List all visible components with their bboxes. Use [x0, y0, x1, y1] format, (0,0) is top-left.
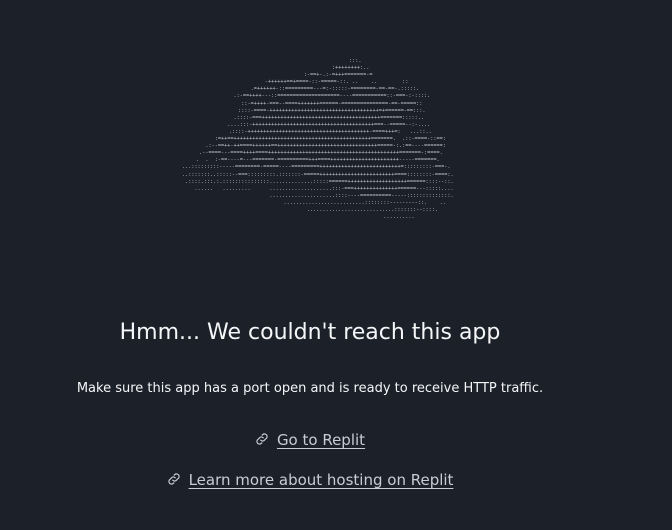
error-description: Make sure this app has a port open and i…	[76, 381, 544, 396]
hosting-docs-row: Learn more about hosting on Replit	[0, 471, 620, 489]
hosting-docs-link[interactable]: Learn more about hosting on Replit	[189, 471, 454, 489]
ascii-cloud-illustration: :::. :++++++++:.. :-==+-.:-=+++=======-=…	[181, 58, 454, 221]
link-icon	[256, 433, 268, 445]
go-to-replit-row: Go to Replit	[0, 431, 620, 449]
page-headline: Hmm... We couldn't reach this app	[119, 320, 501, 345]
go-to-replit-link[interactable]: Go to Replit	[277, 431, 365, 449]
link-icon	[167, 473, 180, 485]
